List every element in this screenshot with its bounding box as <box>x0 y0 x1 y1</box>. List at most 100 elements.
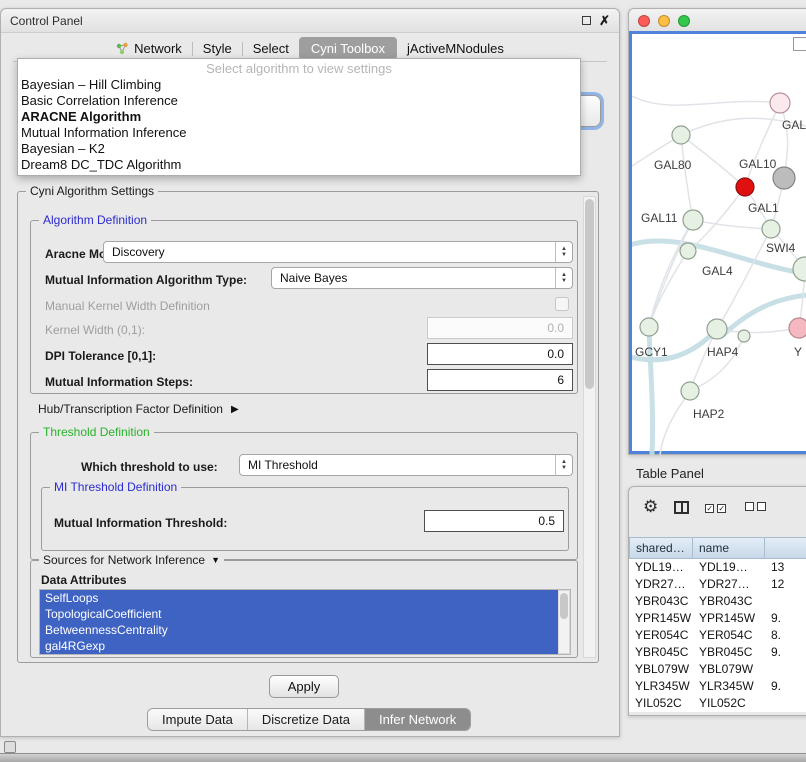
network-node[interactable] <box>707 319 727 339</box>
expander-arrow-icon: ▶ <box>231 404 239 415</box>
manual-kernel-checkbox[interactable] <box>555 297 569 311</box>
collapse-arrow-icon: ▼ <box>211 553 220 568</box>
deselect-all-checkboxes-icon[interactable] <box>745 500 769 514</box>
bottom-bar <box>0 753 806 762</box>
tab-discretize-data[interactable]: Discretize Data <box>247 709 364 730</box>
attribute-item-selected[interactable]: SelfLoops <box>40 590 558 606</box>
dpi-tolerance-field[interactable] <box>427 343 573 365</box>
network-node[interactable] <box>793 257 806 281</box>
node-label: GAL4 <box>702 264 733 278</box>
table-row[interactable]: YPR145WYPR145W9. <box>629 610 806 627</box>
attribute-item-selected[interactable]: gal4RGexp <box>40 638 558 654</box>
algorithm-option[interactable]: Mutual Information Inference <box>18 125 580 141</box>
table-row[interactable]: YBR045CYBR045C9. <box>629 644 806 661</box>
node-label: SWI4 <box>766 241 796 255</box>
attribute-item-selected[interactable]: TopologicalCoefficient <box>40 606 558 622</box>
network-window-titlebar <box>629 9 806 33</box>
network-node[interactable] <box>681 382 699 400</box>
tab-style[interactable]: Style <box>193 37 242 60</box>
node-label: GAL1 <box>748 201 779 215</box>
combo-stepper-icon: ▲▼ <box>555 268 572 288</box>
node-label: HAP2 <box>693 407 725 421</box>
select-all-checkboxes-icon[interactable]: ✓✓ <box>705 500 729 514</box>
window-title: Control Panel <box>10 14 83 28</box>
node-label: GAL80 <box>654 158 692 172</box>
network-node[interactable] <box>762 220 780 238</box>
data-attributes-list[interactable]: SelfLoops TopologicalCoefficient Between… <box>39 589 571 655</box>
tab-select[interactable]: Select <box>243 37 299 60</box>
mi-threshold-group-title: MI Threshold Definition <box>50 480 181 495</box>
tab-impute-data[interactable]: Impute Data <box>148 709 247 730</box>
node-label: GCY1 <box>635 345 668 359</box>
network-node[interactable] <box>640 318 658 336</box>
zoom-traffic-button[interactable] <box>678 15 690 27</box>
cyni-settings-group: Cyni Algorithm Settings Algorithm Defini… <box>17 191 599 663</box>
kernel-width-label: Kernel Width (0,1): <box>45 323 145 337</box>
mi-steps-label: Mutual Information Steps: <box>45 375 193 389</box>
algorithm-option[interactable]: Dream8 DC_TDC Algorithm <box>18 157 580 173</box>
network-node[interactable] <box>672 126 690 144</box>
apply-button[interactable]: Apply <box>269 675 339 698</box>
attributes-scrollbar-thumb[interactable] <box>560 593 568 619</box>
tab-network[interactable]: Network <box>106 37 192 60</box>
which-threshold-label: Which threshold to use: <box>81 460 218 474</box>
float-window-icon[interactable] <box>582 16 591 25</box>
columns-icon[interactable] <box>674 501 689 514</box>
tab-cyni-label: Cyni Toolbox <box>311 41 385 56</box>
hub-definition-expander[interactable]: Hub/Transcription Factor Definition ▶ <box>38 402 239 416</box>
algorithm-option[interactable]: Bayesian – Hill Climbing <box>18 77 580 93</box>
tab-cyni-toolbox[interactable]: Cyni Toolbox <box>299 37 397 60</box>
aracne-mode-value: Discovery <box>104 245 555 259</box>
which-threshold-combo[interactable]: MI Threshold ▲▼ <box>239 454 573 476</box>
network-node[interactable] <box>789 318 806 338</box>
table-row[interactable]: YIL052CYIL052C <box>629 695 806 712</box>
settings-scrollbar-track <box>583 196 596 658</box>
settings-scrollbar-thumb[interactable] <box>585 199 594 389</box>
tab-network-label: Network <box>134 41 182 56</box>
aracne-mode-combo[interactable]: Discovery ▲▼ <box>103 241 573 263</box>
table-row[interactable]: YDL19…YDL19…13 <box>629 559 806 576</box>
table-row[interactable]: YDR27…YDR27…12 <box>629 576 806 593</box>
attribute-item-selected[interactable]: BetweennessCentrality <box>40 622 558 638</box>
algorithm-dropdown-popup: Select algorithm to view settings Bayesi… <box>17 58 581 176</box>
close-traffic-button[interactable] <box>638 15 650 27</box>
gear-icon[interactable]: ⚙ <box>643 499 658 515</box>
table-row[interactable]: YBL079WYBL079W <box>629 661 806 678</box>
network-node[interactable] <box>680 243 696 259</box>
sources-group-title-row[interactable]: Sources for Network Inference ▼ <box>39 553 224 568</box>
network-node[interactable] <box>736 178 754 196</box>
column-header-shared[interactable]: shared… <box>629 537 693 559</box>
table-row[interactable]: YBR043CYBR043C <box>629 593 806 610</box>
mi-threshold-field[interactable] <box>424 510 564 532</box>
mi-type-combo[interactable]: Naive Bayes ▲▼ <box>271 267 573 289</box>
minimized-panel-icon[interactable] <box>4 741 16 753</box>
network-canvas[interactable]: GAL80 GAL10 GAL11 GAL1 SWI4 GAL4 GCY1 HA… <box>632 36 806 455</box>
node-label: GAL11 <box>641 211 678 225</box>
sources-group: Sources for Network Inference ▼ Data Att… <box>30 560 578 658</box>
threshold-definition-title: Threshold Definition <box>39 425 154 440</box>
tab-jactivemnodules[interactable]: jActiveMNodules <box>397 37 514 60</box>
table-row[interactable]: YLR345WYLR345W9. <box>629 678 806 695</box>
minimize-traffic-button[interactable] <box>658 15 670 27</box>
algorithm-option-selected[interactable]: ARACNE Algorithm <box>18 109 580 125</box>
mi-threshold-group: MI Threshold Definition Mutual Informati… <box>41 487 569 551</box>
tab-style-label: Style <box>203 41 232 56</box>
network-canvas-frame: GAL80 GAL10 GAL11 GAL1 SWI4 GAL4 GCY1 HA… <box>629 31 806 454</box>
kernel-width-field[interactable] <box>427 317 573 339</box>
close-icon[interactable]: ✗ <box>599 16 610 26</box>
network-node[interactable] <box>738 330 750 342</box>
column-header-name[interactable]: name <box>693 537 765 559</box>
column-header-extra[interactable] <box>765 537 806 559</box>
algorithm-option[interactable]: Bayesian – K2 <box>18 141 580 157</box>
algorithm-option[interactable]: Basic Correlation Inference <box>18 93 580 109</box>
table-row[interactable]: YER054CYER054C8. <box>629 627 806 644</box>
mi-steps-field[interactable] <box>427 369 573 391</box>
node-label: GAL <box>782 118 806 132</box>
network-node[interactable] <box>683 210 703 230</box>
node-label: HAP4 <box>707 345 739 359</box>
desktop: Control Panel ✗ Network <box>0 0 806 762</box>
mi-threshold-label: Mutual Information Threshold: <box>54 516 227 530</box>
control-panel-titlebar: Control Panel ✗ <box>1 9 619 33</box>
network-node[interactable] <box>770 93 790 113</box>
tab-infer-network[interactable]: Infer Network <box>364 709 470 730</box>
